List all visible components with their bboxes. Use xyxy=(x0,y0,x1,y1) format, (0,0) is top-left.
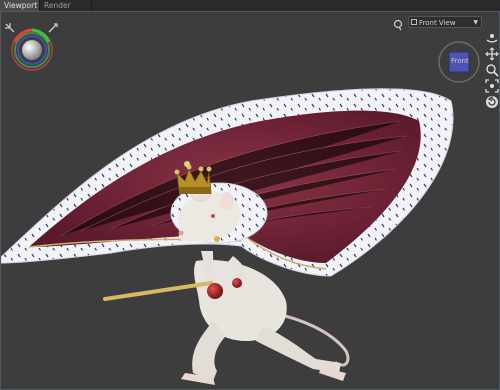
grid-icon xyxy=(411,19,417,25)
viewport[interactable]: Front View ▼ Front xyxy=(0,11,500,390)
view-select-dropdown[interactable]: Front View ▼ xyxy=(408,16,482,28)
view-select-label: Front View xyxy=(419,19,456,27)
reset-view-icon[interactable] xyxy=(485,94,499,108)
view-cube[interactable]: Front xyxy=(437,40,481,84)
frame-icon[interactable] xyxy=(485,78,499,93)
tab-viewport[interactable]: Viewport xyxy=(0,0,40,11)
lamp-icon[interactable] xyxy=(393,16,405,31)
orbit-icon[interactable] xyxy=(485,30,499,44)
tab-bar: Viewport Render Library xyxy=(0,0,500,21)
chevron-down-icon: ▼ xyxy=(473,19,478,26)
pan-icon[interactable] xyxy=(485,46,499,61)
zoom-icon[interactable] xyxy=(485,62,499,77)
tab-render-library[interactable]: Render Library xyxy=(40,0,92,21)
view-cube-label: Front xyxy=(451,57,469,65)
light-sphere-widget[interactable] xyxy=(10,28,54,72)
scene-render xyxy=(1,88,454,385)
scepter xyxy=(103,281,213,301)
